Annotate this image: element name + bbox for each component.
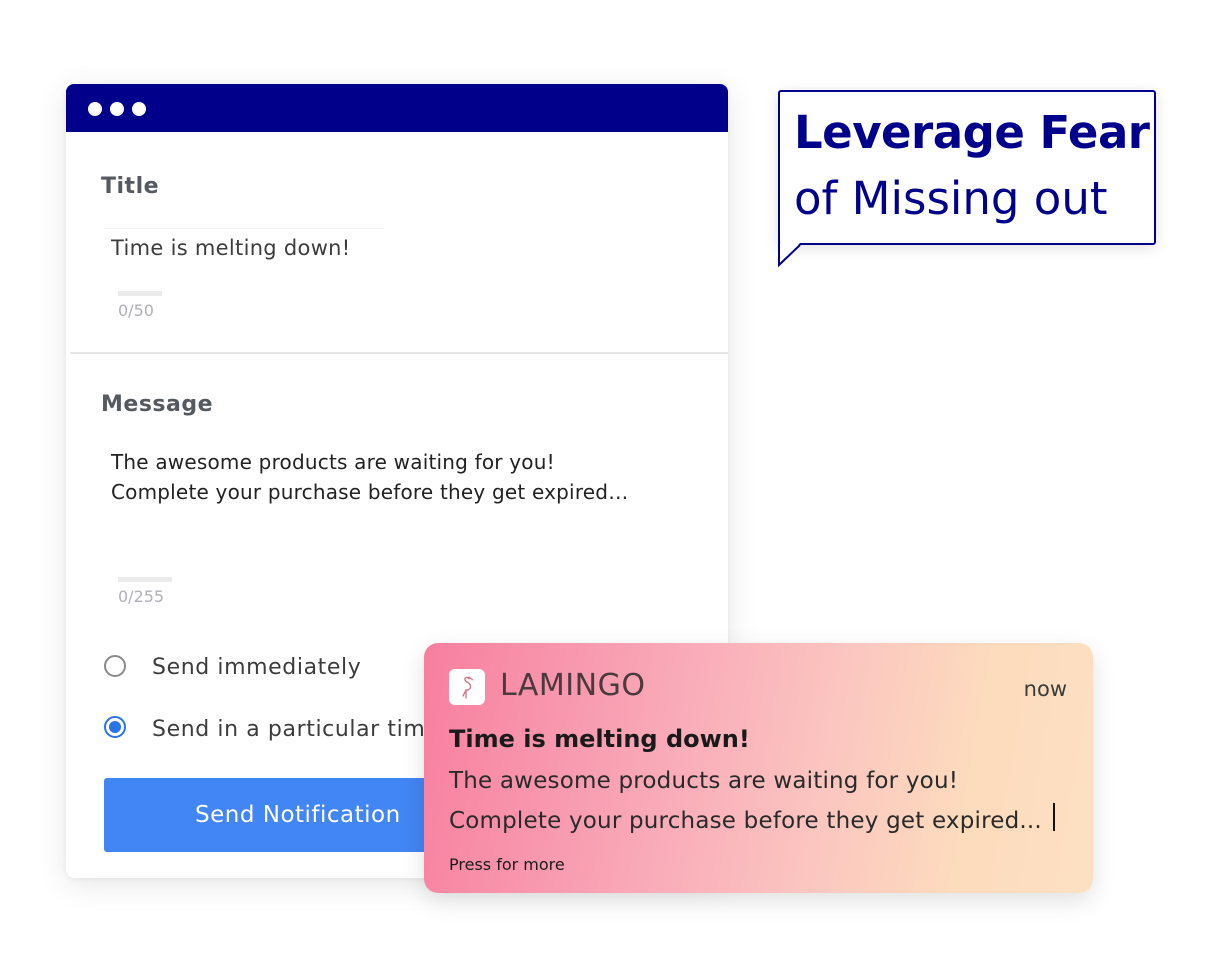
message-label: Message — [101, 392, 214, 417]
window-dot-icon — [110, 102, 124, 116]
notification-body-line: Complete your purchase before they get e… — [449, 808, 1042, 834]
notification-title: Time is melting down! — [449, 725, 750, 753]
message-counter-bar — [118, 577, 172, 582]
title-input-value[interactable]: Time is melting down! — [111, 236, 351, 260]
window-dot-icon — [88, 102, 102, 116]
title-counter-bar — [118, 291, 162, 296]
send-scheduled-radio[interactable] — [104, 716, 126, 738]
section-divider — [70, 352, 728, 354]
title-label: Title — [101, 174, 160, 199]
app-name: LAMINGO — [500, 668, 646, 703]
page: Title Time is melting down! 0/50 Message… — [0, 0, 1212, 978]
title-counter: 0/50 — [118, 301, 154, 320]
text-cursor — [1053, 803, 1055, 831]
notification-time: now — [1023, 677, 1067, 701]
message-counter: 0/255 — [118, 587, 165, 606]
flamingo-icon — [449, 669, 485, 705]
push-notification-preview[interactable]: LAMINGO now Time is melting down! The aw… — [424, 643, 1093, 893]
send-scheduled-label[interactable]: Send in a particular time — [152, 717, 440, 742]
press-for-more-hint: Press for more — [449, 855, 565, 874]
notification-body-line: The awesome products are waiting for you… — [449, 768, 959, 794]
send-immediately-radio[interactable] — [104, 655, 126, 677]
message-textarea-line[interactable]: The awesome products are waiting for you… — [111, 450, 555, 474]
send-immediately-label[interactable]: Send immediately — [152, 655, 361, 680]
window-dot-icon — [132, 102, 146, 116]
callout-tail — [778, 243, 801, 268]
callout-subheading: of Missing out — [794, 172, 1108, 225]
window-titlebar — [66, 84, 728, 132]
callout-heading: Leverage Fear — [794, 106, 1150, 159]
fomo-callout: Leverage Fear of Missing out — [778, 90, 1156, 245]
message-textarea-line[interactable]: Complete your purchase before they get e… — [111, 480, 628, 504]
